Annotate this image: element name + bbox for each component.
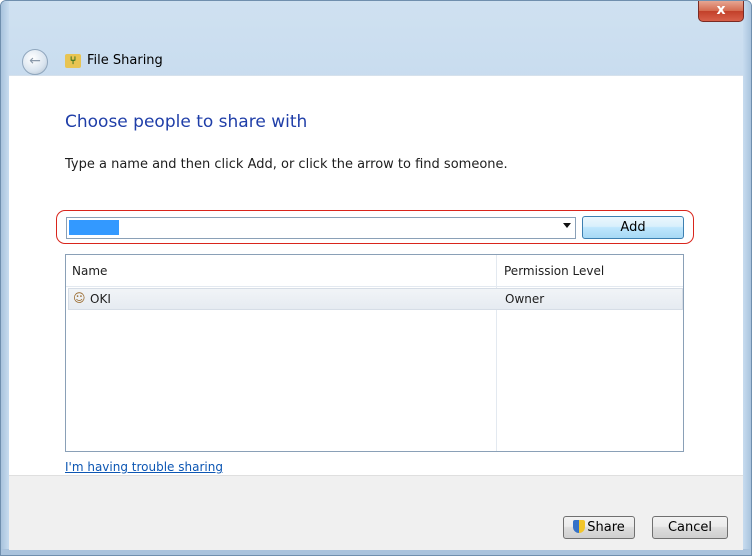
window-frame-left [1, 1, 9, 555]
column-divider [496, 255, 497, 451]
name-input-selection[interactable] [69, 220, 119, 235]
user-icon: ☺ [73, 291, 86, 305]
column-header-name[interactable]: Name [72, 264, 107, 278]
list-item[interactable]: ☺ OKI Owner [68, 288, 683, 310]
window-title: File Sharing [87, 53, 163, 68]
window-frame-right [743, 1, 751, 555]
file-sharing-window: x ← ⑂ File Sharing Choose people to shar… [0, 0, 752, 556]
people-list: Name Permission Level ☺ OKI Owner [65, 254, 684, 452]
dropdown-arrow-icon[interactable] [563, 223, 571, 228]
list-item-permission[interactable]: Owner [505, 292, 544, 306]
list-item-name: OKI [90, 292, 111, 306]
close-button[interactable]: x [698, 1, 744, 22]
back-button[interactable]: ← [22, 49, 48, 75]
dialog-footer: Share Cancel [9, 475, 743, 550]
trouble-sharing-link[interactable]: I'm having trouble sharing [65, 460, 223, 474]
shield-icon [573, 520, 586, 533]
share-button[interactable]: Share [563, 516, 635, 539]
back-arrow-icon: ← [29, 53, 41, 69]
share-button-label: Share [587, 520, 625, 535]
page-heading: Choose people to share with [65, 112, 308, 132]
add-button[interactable]: Add [582, 216, 684, 239]
navigation-bar: ← ⑂ File Sharing [9, 45, 743, 75]
cancel-button[interactable]: Cancel [652, 516, 728, 539]
list-header: Name Permission Level [66, 255, 683, 287]
file-sharing-icon: ⑂ [65, 54, 81, 68]
instruction-text: Type a name and then click Add, or click… [65, 157, 508, 172]
column-header-permission[interactable]: Permission Level [504, 264, 604, 278]
content-area: Choose people to share with Type a name … [9, 75, 743, 476]
name-combobox[interactable] [66, 217, 576, 239]
